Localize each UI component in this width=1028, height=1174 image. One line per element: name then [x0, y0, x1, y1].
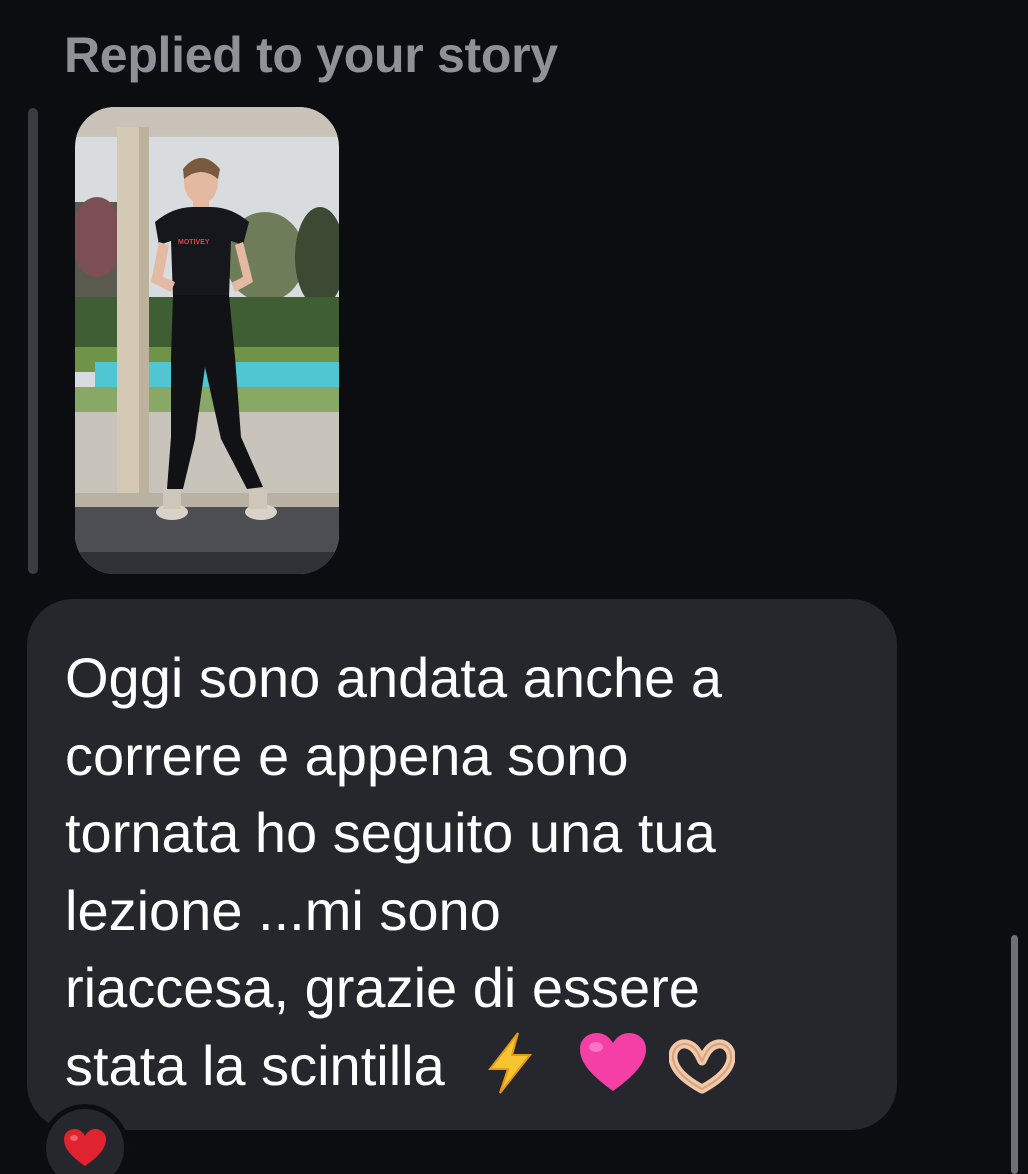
heart-hands-icon	[669, 1038, 736, 1093]
message-line: Oggi sono andata anche a	[65, 646, 722, 709]
message-text: Oggi sono andata anche a correre e appen…	[65, 639, 885, 1104]
shirt-logo-text: MOTIVEY	[178, 239, 210, 246]
scrollbar[interactable]	[1011, 935, 1018, 1174]
message-line: riaccesa, grazie di essere	[65, 956, 700, 1019]
dm-thread: Replied to your story MOTIVEY Oggi sono …	[0, 0, 1028, 1174]
lightning-icon	[488, 1031, 533, 1094]
replied-to-story-label: Replied to your story	[64, 27, 558, 83]
message-line: stata la scintilla	[65, 1033, 445, 1097]
red-heart-icon	[64, 1129, 106, 1166]
message-bubble[interactable]: Oggi sono andata anche a correre e appen…	[27, 599, 897, 1130]
pink-heart-icon	[579, 1032, 646, 1091]
reply-quote-bar	[28, 108, 38, 574]
message-line: tornata ho seguito una tua	[65, 801, 716, 864]
message-last-line: stata la scintilla	[65, 1027, 885, 1105]
message-line: lezione ...mi sono	[65, 878, 501, 942]
story-thumbnail[interactable]: MOTIVEY	[75, 107, 339, 574]
message-line: correre e appena sono	[65, 723, 629, 787]
story-image: MOTIVEY	[75, 107, 339, 574]
